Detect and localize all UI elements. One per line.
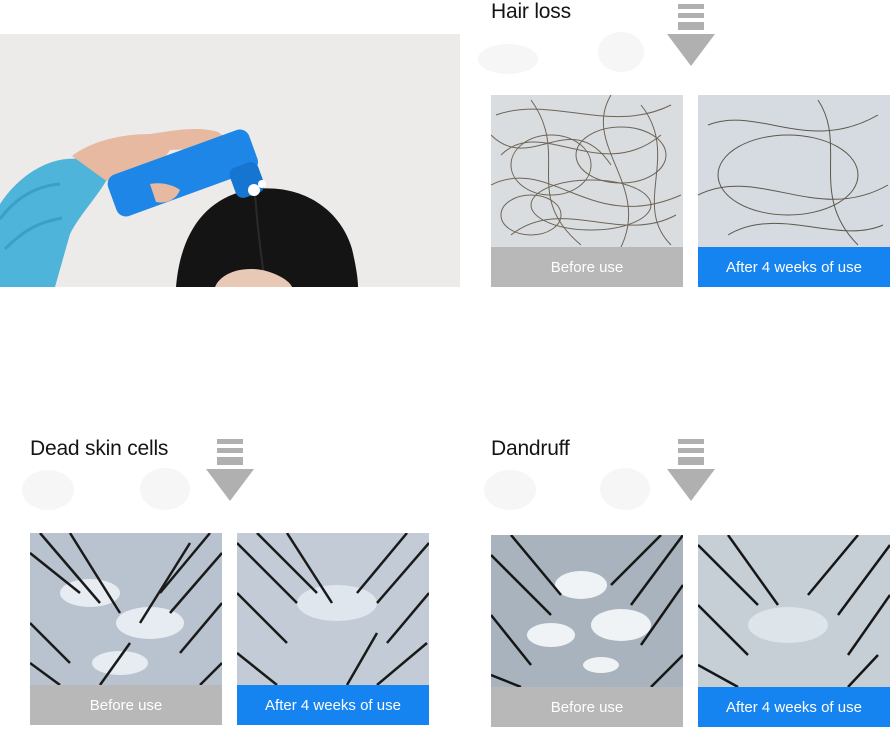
hero-illustration [0, 34, 460, 287]
dead-skin-before-image [30, 533, 222, 685]
dandruff-after-image [698, 535, 890, 687]
dead-skin-before-panel: Before use [30, 533, 222, 725]
section-title-dandruff: Dandruff [491, 437, 570, 460]
before-use-caption: Before use [491, 687, 683, 727]
down-arrow-icon [667, 4, 715, 68]
dead-skin-after-panel: After 4 weeks of use [237, 533, 429, 725]
dandruff-before-image [491, 535, 683, 687]
hero-product-photo [0, 34, 460, 287]
after-use-caption: After 4 weeks of use [237, 685, 429, 725]
hair-loss-before-panel: Before use [491, 95, 683, 287]
decorative-dot [598, 32, 644, 72]
down-arrow-icon [667, 439, 715, 503]
hair-loss-before-image [491, 95, 683, 247]
section-title-hair-loss: Hair loss [491, 0, 571, 23]
decorative-dot [478, 44, 538, 74]
decorative-dot [140, 468, 190, 510]
decorative-dot [484, 470, 536, 510]
down-arrow-icon [206, 439, 254, 503]
after-use-caption: After 4 weeks of use [698, 247, 890, 287]
dandruff-after-panel: After 4 weeks of use [698, 535, 890, 727]
hair-loss-after-image [698, 95, 890, 247]
before-use-caption: Before use [491, 247, 683, 287]
section-title-dead-skin-cells: Dead skin cells [30, 437, 169, 460]
decorative-dot [22, 470, 74, 510]
hair-loss-after-panel: After 4 weeks of use [698, 95, 890, 287]
after-use-caption: After 4 weeks of use [698, 687, 890, 727]
before-use-caption: Before use [30, 685, 222, 725]
dead-skin-after-image [237, 533, 429, 685]
dandruff-before-panel: Before use [491, 535, 683, 727]
decorative-dot [600, 468, 650, 510]
